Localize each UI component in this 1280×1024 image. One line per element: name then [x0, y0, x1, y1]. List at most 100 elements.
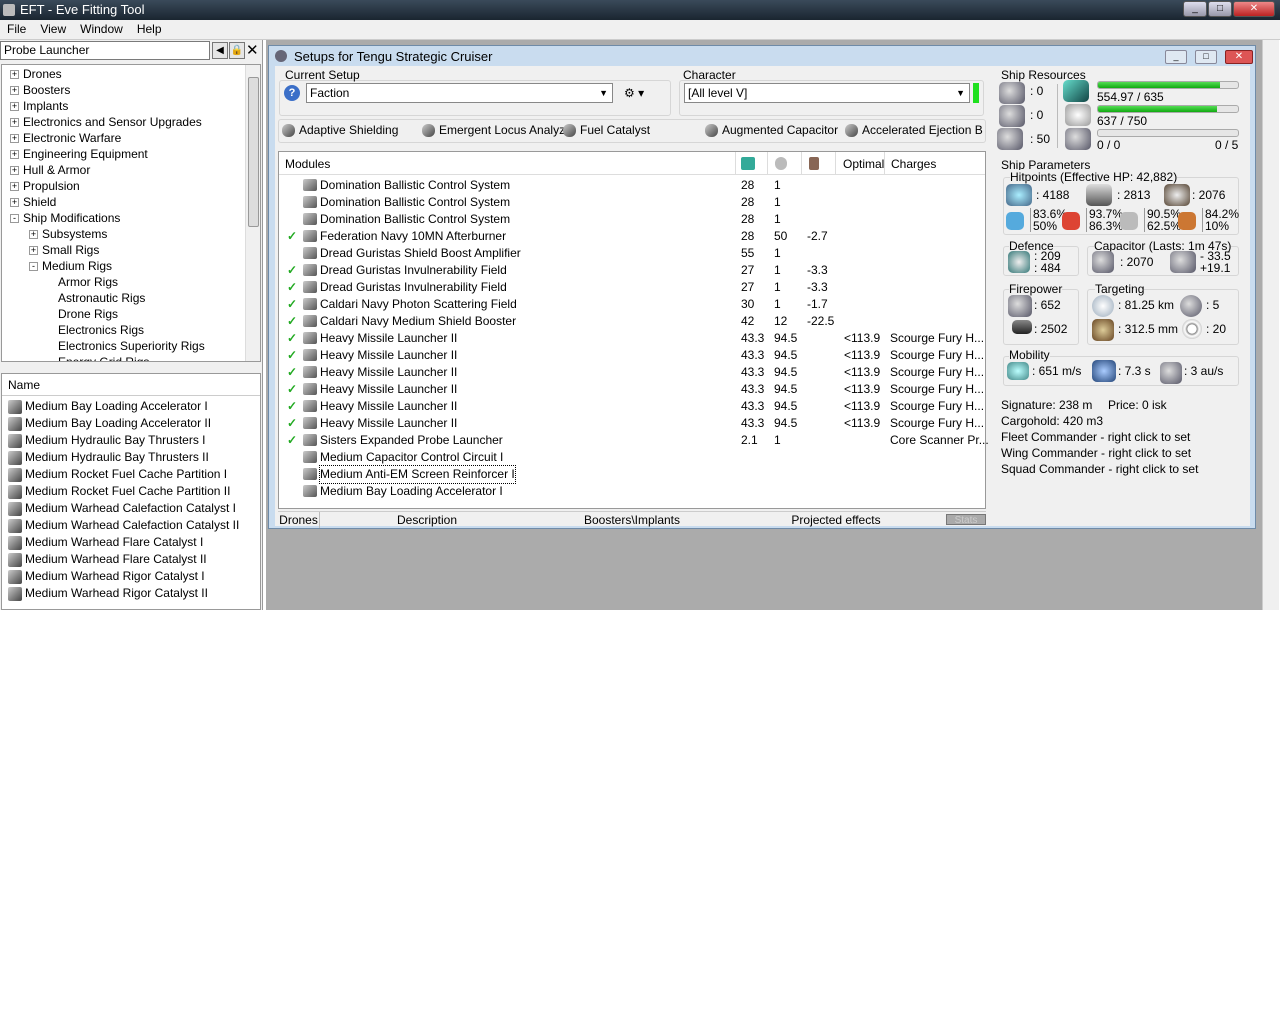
module-row[interactable]: ✓ Heavy Missile Launcher II 43.3 94.5 <113.9…: [279, 364, 985, 381]
module-row[interactable]: ✓ Caldari Navy Photon Scattering Field 30 1…: [279, 296, 985, 313]
menu-file[interactable]: File: [0, 20, 33, 38]
module-row[interactable]: Domination Ballistic Control System 28 1: [279, 194, 985, 211]
list-item[interactable]: Medium Bay Loading Accelerator I: [8, 398, 208, 415]
expand-icon[interactable]: +: [29, 246, 38, 256]
tree-item[interactable]: + Propulsion: [10, 178, 80, 194]
tree-item[interactable]: - Medium Rigs: [29, 258, 112, 274]
active-check-icon[interactable]: ✓: [287, 347, 297, 364]
tree-scrollbar[interactable]: [245, 65, 260, 361]
menu-help[interactable]: Help: [130, 20, 169, 38]
expand-icon[interactable]: +: [10, 166, 19, 176]
squad-commander[interactable]: Squad Commander - right click to set: [1001, 462, 1198, 476]
active-check-icon[interactable]: ✓: [287, 296, 297, 313]
module-row[interactable]: ✓ Dread Guristas Invulnerability Field 27 1…: [279, 279, 985, 296]
close-button[interactable]: ✕: [1233, 1, 1275, 17]
module-row[interactable]: ✓ Heavy Missile Launcher II 43.3 94.5 <113.9…: [279, 415, 985, 432]
tab-stats[interactable]: Stats: [946, 514, 986, 526]
list-item[interactable]: Medium Warhead Calefaction Catalyst I: [8, 500, 236, 517]
expand-icon[interactable]: +: [10, 118, 19, 128]
module-row[interactable]: ✓ Caldari Navy Medium Shield Booster 42 12 -…: [279, 313, 985, 330]
expand-icon[interactable]: +: [10, 198, 19, 208]
menu-view[interactable]: View: [33, 20, 73, 38]
list-item[interactable]: Medium Warhead Rigor Catalyst I: [8, 568, 205, 585]
active-check-icon[interactable]: ✓: [287, 398, 297, 415]
maximize-button[interactable]: □: [1208, 1, 1232, 17]
child-close-button[interactable]: ✕: [1225, 50, 1253, 64]
setup-select[interactable]: Faction ▼: [306, 83, 613, 103]
tree-item[interactable]: Armor Rigs: [58, 274, 118, 290]
module-row[interactable]: ✓ Federation Navy 10MN Afterburner 28 50 -2.…: [279, 228, 985, 245]
active-check-icon[interactable]: ✓: [287, 313, 297, 330]
active-check-icon[interactable]: ✓: [287, 330, 297, 347]
subsystem-slot[interactable]: Accelerated Ejection B: [845, 123, 983, 138]
cpu-column-icon[interactable]: [741, 157, 755, 170]
tab-boosters-implants[interactable]: Boosters\Implants: [532, 512, 732, 528]
tree-item[interactable]: + Hull & Armor: [10, 162, 90, 178]
module-row[interactable]: ✓ Heavy Missile Launcher II 43.3 94.5 <113.9…: [279, 381, 985, 398]
tree-item[interactable]: Energy Grid Rigs: [58, 354, 149, 361]
list-item[interactable]: Medium Rocket Fuel Cache Partition I: [8, 466, 227, 483]
module-row[interactable]: ✓ Sisters Expanded Probe Launcher 2.1 1 Core…: [279, 432, 989, 449]
minimize-button[interactable]: _: [1183, 1, 1207, 17]
setup-menu-button[interactable]: ⚙ ▾: [624, 86, 644, 100]
tree-item[interactable]: + Electronics and Sensor Upgrades: [10, 114, 202, 130]
child-maximize-button[interactable]: □: [1195, 50, 1217, 64]
list-item[interactable]: Medium Warhead Flare Catalyst II: [8, 551, 207, 568]
tree-item[interactable]: Drone Rigs: [58, 306, 118, 322]
tree-item[interactable]: Electronics Rigs: [58, 322, 144, 338]
main-scrollbar[interactable]: [1262, 40, 1279, 610]
module-row[interactable]: Domination Ballistic Control System 28 1: [279, 211, 985, 228]
menu-window[interactable]: Window: [73, 20, 130, 38]
module-row[interactable]: ✓ Dread Guristas Invulnerability Field 27 1…: [279, 262, 985, 279]
subsystem-slot[interactable]: Fuel Catalyst: [563, 123, 650, 138]
expand-icon[interactable]: +: [10, 150, 19, 160]
active-check-icon[interactable]: ✓: [287, 415, 297, 432]
tab-drones[interactable]: Drones: [278, 512, 320, 528]
list-item[interactable]: Medium Warhead Flare Catalyst I: [8, 534, 203, 551]
back-button[interactable]: ◀: [212, 42, 228, 59]
list-item[interactable]: Medium Bay Loading Accelerator II: [8, 415, 211, 432]
collapse-icon[interactable]: -: [29, 262, 38, 272]
tab-projected-effects[interactable]: Projected effects: [732, 512, 940, 528]
tree-item[interactable]: Astronautic Rigs: [58, 290, 145, 306]
tree-item[interactable]: + Drones: [10, 66, 62, 82]
close-search-button[interactable]: ✕: [246, 41, 259, 59]
col-charges[interactable]: Charges: [891, 157, 936, 171]
expand-icon[interactable]: +: [10, 182, 19, 192]
module-row[interactable]: ✓ Heavy Missile Launcher II 43.3 94.5 <113.9…: [279, 347, 985, 364]
module-row[interactable]: ✓ Heavy Missile Launcher II 43.3 94.5 <113.9…: [279, 398, 985, 415]
tab-description[interactable]: Description: [322, 512, 532, 528]
list-item[interactable]: Medium Warhead Rigor Catalyst II: [8, 585, 208, 602]
help-icon[interactable]: ?: [284, 85, 300, 101]
collapse-icon[interactable]: -: [10, 214, 19, 224]
tree-item[interactable]: + Engineering Equipment: [10, 146, 148, 162]
tree-item[interactable]: Electronics Superiority Rigs: [58, 338, 205, 354]
col-optimal[interactable]: Optimal: [843, 157, 884, 171]
list-item[interactable]: Medium Hydraulic Bay Thrusters II: [8, 449, 209, 466]
active-check-icon[interactable]: ✓: [287, 228, 297, 245]
active-check-icon[interactable]: ✓: [287, 279, 297, 296]
expand-icon[interactable]: +: [10, 70, 19, 80]
tree-item[interactable]: + Electronic Warfare: [10, 130, 121, 146]
subsystem-slot[interactable]: Emergent Locus Analyz: [422, 123, 565, 138]
expand-icon[interactable]: +: [10, 102, 19, 112]
list-item[interactable]: Medium Rocket Fuel Cache Partition II: [8, 483, 230, 500]
module-row[interactable]: Medium Capacitor Control Circuit I: [279, 449, 985, 466]
module-row[interactable]: Domination Ballistic Control System 28 1: [279, 177, 985, 194]
active-check-icon[interactable]: ✓: [287, 262, 297, 279]
expand-icon[interactable]: +: [29, 230, 38, 240]
tree-item[interactable]: + Implants: [10, 98, 68, 114]
expand-icon[interactable]: +: [10, 134, 19, 144]
search-input[interactable]: Probe Launcher: [0, 41, 210, 60]
expand-icon[interactable]: +: [10, 86, 19, 96]
lock-icon[interactable]: 🔒: [229, 42, 245, 59]
subsystem-slot[interactable]: Adaptive Shielding: [282, 123, 398, 138]
col-modules[interactable]: Modules: [285, 157, 330, 171]
module-row[interactable]: ✓ Heavy Missile Launcher II 43.3 94.5 <113.9…: [279, 330, 985, 347]
subsystem-slot[interactable]: Augmented Capacitor: [705, 123, 838, 138]
active-check-icon[interactable]: ✓: [287, 381, 297, 398]
powergrid-column-icon[interactable]: [775, 157, 787, 170]
tree-item[interactable]: + Shield: [10, 194, 56, 210]
character-select[interactable]: [All level V] ▼: [684, 83, 970, 103]
fleet-commander[interactable]: Fleet Commander - right click to set: [1001, 430, 1190, 444]
